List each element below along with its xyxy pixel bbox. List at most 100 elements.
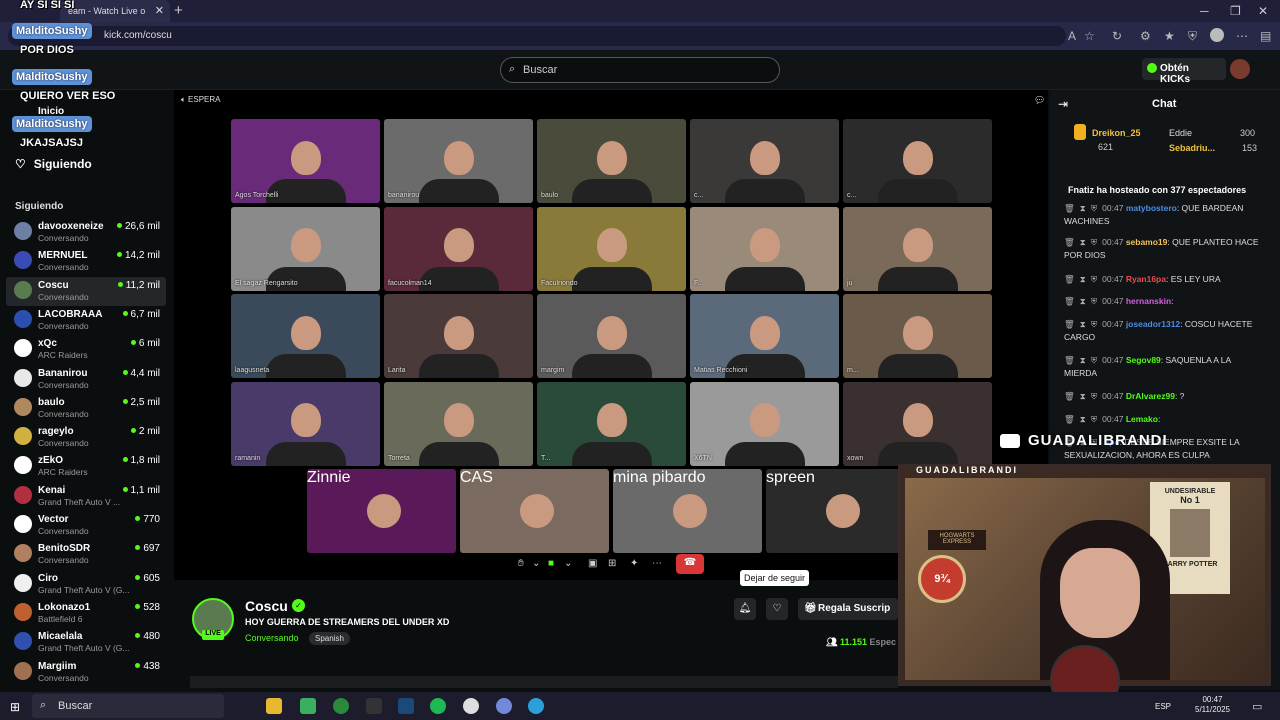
discord-icon[interactable] (496, 698, 512, 714)
streamer-name[interactable]: Coscu (245, 598, 288, 614)
participant-tile[interactable]: laagusneta (231, 294, 380, 378)
ban-shield-icon[interactable]: ⛨ (1091, 296, 1097, 306)
participant-tile[interactable]: Agos Torchelli (231, 119, 380, 203)
participant-tile[interactable]: Larita (384, 294, 533, 378)
message-user[interactable]: DrAlvarez99 (1126, 391, 1175, 401)
message-user[interactable]: Lemako (1126, 414, 1158, 424)
sidebar-channel[interactable]: xQc ARC Raiders 6 mil (6, 335, 166, 364)
sidebar-channel[interactable]: Bananirou Conversando 4,4 mil (6, 365, 166, 394)
timeout-icon[interactable]: ⧗ (1080, 319, 1086, 329)
timeout-icon[interactable]: ⧗ (1080, 414, 1086, 424)
participant-tile[interactable]: Torreta (384, 381, 533, 466)
chat-message[interactable]: 🗑︎ ⧗ ⛨ 00:47 Lemako: (1064, 413, 1264, 426)
participant-tile[interactable]: xown (843, 381, 992, 466)
chat-message[interactable]: 🗑︎ ⧗ ⛨ 00:47 hernanskin: (1064, 295, 1264, 308)
trash-icon[interactable]: 🗑︎ (1064, 237, 1075, 247)
ban-shield-icon[interactable]: ⛨ (1091, 274, 1097, 284)
read-aloud-icon[interactable]: A (1068, 29, 1076, 43)
effects-icon[interactable]: ✦ (630, 558, 638, 569)
ban-shield-icon[interactable]: ⛨ (1091, 355, 1097, 365)
sidebar-channel[interactable]: BenitoSDR Conversando 697 (6, 540, 166, 569)
participant-tile[interactable]: ramanin (231, 381, 380, 466)
message-user[interactable]: matybostero (1126, 203, 1177, 213)
trash-icon[interactable]: 🗑︎ (1064, 319, 1075, 329)
timeout-icon[interactable]: ⧗ (1080, 203, 1086, 213)
participant-tile[interactable]: c... (690, 119, 839, 203)
sidebar-channel[interactable]: Ciro Grand Theft Auto V (G... 605 (6, 570, 166, 599)
nav-siguiendo[interactable]: ♡ Siguiendo (15, 157, 92, 171)
participant-tile[interactable]: spreen (766, 469, 915, 553)
close-tab-icon[interactable]: ✕ (155, 4, 164, 17)
trash-icon[interactable]: 🗑︎ (1064, 296, 1075, 306)
more-icon[interactable]: ⋯ (652, 558, 662, 569)
stream-category[interactable]: Conversando (245, 633, 299, 643)
participant-tile[interactable]: facucolman14 (384, 206, 533, 291)
search-input[interactable]: ⌕ Buscar (500, 57, 780, 83)
user-avatar[interactable] (1230, 59, 1250, 79)
screen-share-icon[interactable]: ▣ (588, 558, 597, 569)
leader-2-name[interactable]: Eddie (1169, 128, 1192, 138)
unfollow-button[interactable]: ♡ (766, 598, 788, 620)
chat-message[interactable]: 🗑︎ ⧗ ⛨ 00:47 sebamo19: QUE PLANTEO HACE POR… (1064, 236, 1264, 262)
timeout-icon[interactable]: ⧗ (1080, 274, 1086, 284)
trash-icon[interactable]: 🗑︎ (1064, 414, 1075, 424)
address-bar[interactable]: kick.com/coscu (8, 26, 1066, 46)
participant-tile[interactable]: CAS (460, 469, 609, 553)
ban-shield-icon[interactable]: ⛨ (1091, 391, 1097, 401)
sidebar-channel[interactable]: LACOBRAAA Conversando 6,7 mil (6, 306, 166, 335)
ban-shield-icon[interactable]: ⛨ (1091, 237, 1097, 247)
message-user[interactable]: joseador1312 (1126, 319, 1180, 329)
message-user[interactable]: Ryan16pa (1126, 274, 1166, 284)
extension-icon[interactable]: ⚙ (1140, 29, 1151, 43)
timeout-icon[interactable]: ⧗ (1080, 355, 1086, 365)
message-user[interactable]: Segov89 (1126, 355, 1161, 365)
trash-icon[interactable]: 🗑︎ (1064, 203, 1075, 213)
participant-tile[interactable]: margim (537, 294, 686, 378)
system-clock[interactable]: 00:47 5/11/2025 (1195, 695, 1230, 715)
ban-shield-icon[interactable]: ⛨ (1091, 414, 1097, 424)
ban-shield-icon[interactable]: ⛨ (1091, 319, 1097, 329)
leader-1-name[interactable]: Dreikon_25 (1092, 128, 1141, 138)
horizontal-scrollbar[interactable] (190, 676, 898, 688)
sidebar-channel[interactable]: rageylo Conversando 2 mil (6, 423, 166, 452)
participant-tile[interactable]: baulo (537, 119, 686, 203)
participant-tile[interactable]: ju (843, 206, 992, 291)
message-user[interactable]: sebamo19 (1126, 237, 1168, 247)
collapse-chat-icon[interactable]: ⇥ (1058, 97, 1068, 111)
sidebar-channel[interactable]: Lokonazo1 Battlefield 6 528 (6, 599, 166, 628)
edge-icon[interactable] (528, 698, 544, 714)
refresh-icon[interactable]: ↻ (1112, 29, 1122, 43)
ban-shield-icon[interactable]: ⛨ (1091, 203, 1097, 213)
hand-icon[interactable]: ✋︎ (518, 558, 524, 569)
shield-icon[interactable]: ⛨ (1188, 29, 1197, 44)
sidebar-channel[interactable]: Margiim Conversando 438 (6, 658, 166, 687)
notification-bell-button[interactable]: 🔔︎ (734, 598, 756, 620)
epic-games-icon[interactable] (366, 698, 382, 714)
chat-message[interactable]: 🗑︎ ⧗ ⛨ 00:47 DrAlvarez99: ? (1064, 390, 1264, 403)
trash-icon[interactable]: 🗑︎ (1064, 391, 1075, 401)
leader-3-name[interactable]: Sebadriu... (1169, 143, 1215, 153)
hang-up-button[interactable]: ☎︎ (676, 554, 704, 574)
chevron-down-icon[interactable]: ⌄ (564, 558, 572, 569)
participant-tile[interactable]: c... (843, 119, 992, 203)
sidebar-channel[interactable]: baulo Conversando 2,5 mil (6, 394, 166, 423)
trash-icon[interactable]: 🗑︎ (1064, 355, 1075, 365)
taskbar-search[interactable]: ⌕ Buscar (32, 694, 224, 718)
xbox-icon[interactable] (333, 698, 349, 714)
chat-message[interactable]: 🗑︎ ⧗ ⛨ 00:47 joseador1312: COSCU HACETE CAR… (1064, 318, 1264, 344)
profile-avatar[interactable] (1210, 28, 1224, 42)
participant-tile[interactable]: m... (843, 294, 992, 378)
gift-subscription-button[interactable]: 🎁︎ Regala Suscrip (798, 598, 898, 620)
get-kicks-button[interactable]: Obtén KICKs (1142, 58, 1226, 85)
sidebar-channel[interactable]: MERNUEL Conversando 14,2 mil (6, 247, 166, 276)
minimize-icon[interactable]: ─ (1200, 4, 1209, 18)
new-tab-icon[interactable]: + (174, 2, 183, 19)
timeout-icon[interactable]: ⧗ (1080, 237, 1086, 247)
sidebar-toggle-icon[interactable]: ▤ (1260, 29, 1271, 43)
participant-tile[interactable]: bananirou (384, 119, 533, 203)
sidebar-channel[interactable]: Kenai Grand Theft Auto V ... 1,1 mil (6, 482, 166, 511)
sidebar-channel[interactable]: zEkO ARC Raiders 1,8 mil (6, 452, 166, 481)
participant-tile[interactable]: mina pibardo (613, 469, 762, 553)
participant-tile[interactable]: Matias Recchioni (690, 294, 839, 378)
timeout-icon[interactable]: ⧗ (1080, 391, 1086, 401)
